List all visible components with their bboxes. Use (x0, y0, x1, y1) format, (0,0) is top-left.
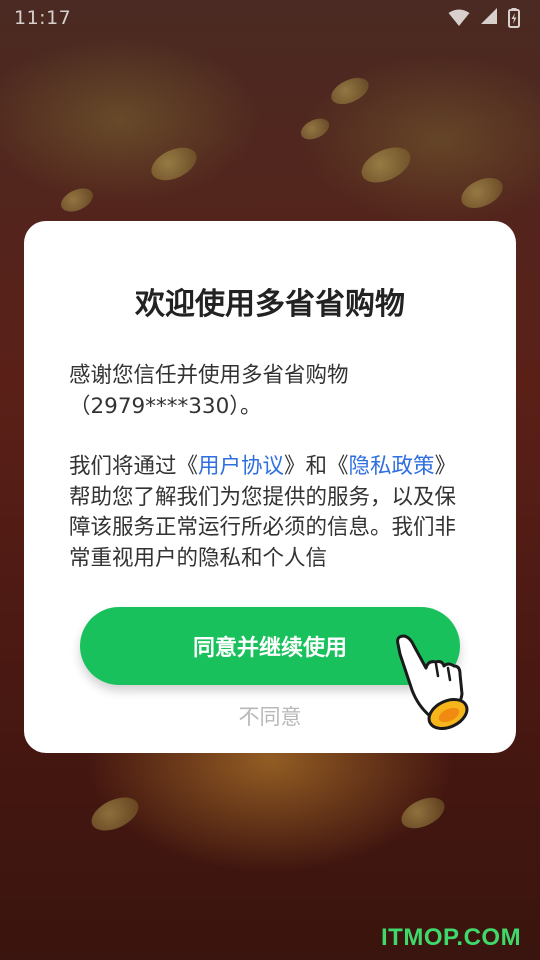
coin-decoration (297, 114, 333, 144)
status-bar: 11:17 (0, 0, 540, 36)
coin-decoration (327, 72, 373, 110)
dialog-body[interactable]: 感谢您信任并使用多省省购物 （2979****330）。 我们将通过《用户协议》… (69, 361, 476, 571)
user-agreement-link[interactable]: 用户协议 (198, 454, 284, 479)
coin-decoration (456, 171, 508, 215)
coin-decoration (396, 791, 450, 835)
coin-decoration (356, 140, 416, 190)
coin-decoration (86, 790, 144, 838)
policy-text-pre: 我们将通过《 (69, 454, 199, 479)
battery-icon (508, 8, 520, 28)
signal-icon (480, 7, 498, 29)
policy-paragraph: 我们将通过《用户协议》和《隐私政策》帮助您了解我们为您提供的服务，以及保障该服务… (69, 452, 476, 571)
intro-line-2: （2979****330）。 (69, 393, 262, 419)
intro-line-1: 感谢您信任并使用多省省购物 (69, 363, 349, 388)
status-time: 11:17 (14, 7, 72, 29)
dialog-title: 欢迎使用多省省购物 (135, 287, 405, 322)
coin-decoration (146, 141, 202, 187)
watermark-text: ITMOP.COM (381, 924, 522, 951)
wifi-icon (448, 9, 470, 27)
status-icons (448, 7, 520, 29)
privacy-policy-link[interactable]: 隐私政策 (349, 454, 435, 479)
pointing-hand-icon (390, 630, 474, 734)
coin-decoration (57, 183, 97, 217)
policy-text-mid: 》和《 (284, 454, 349, 479)
